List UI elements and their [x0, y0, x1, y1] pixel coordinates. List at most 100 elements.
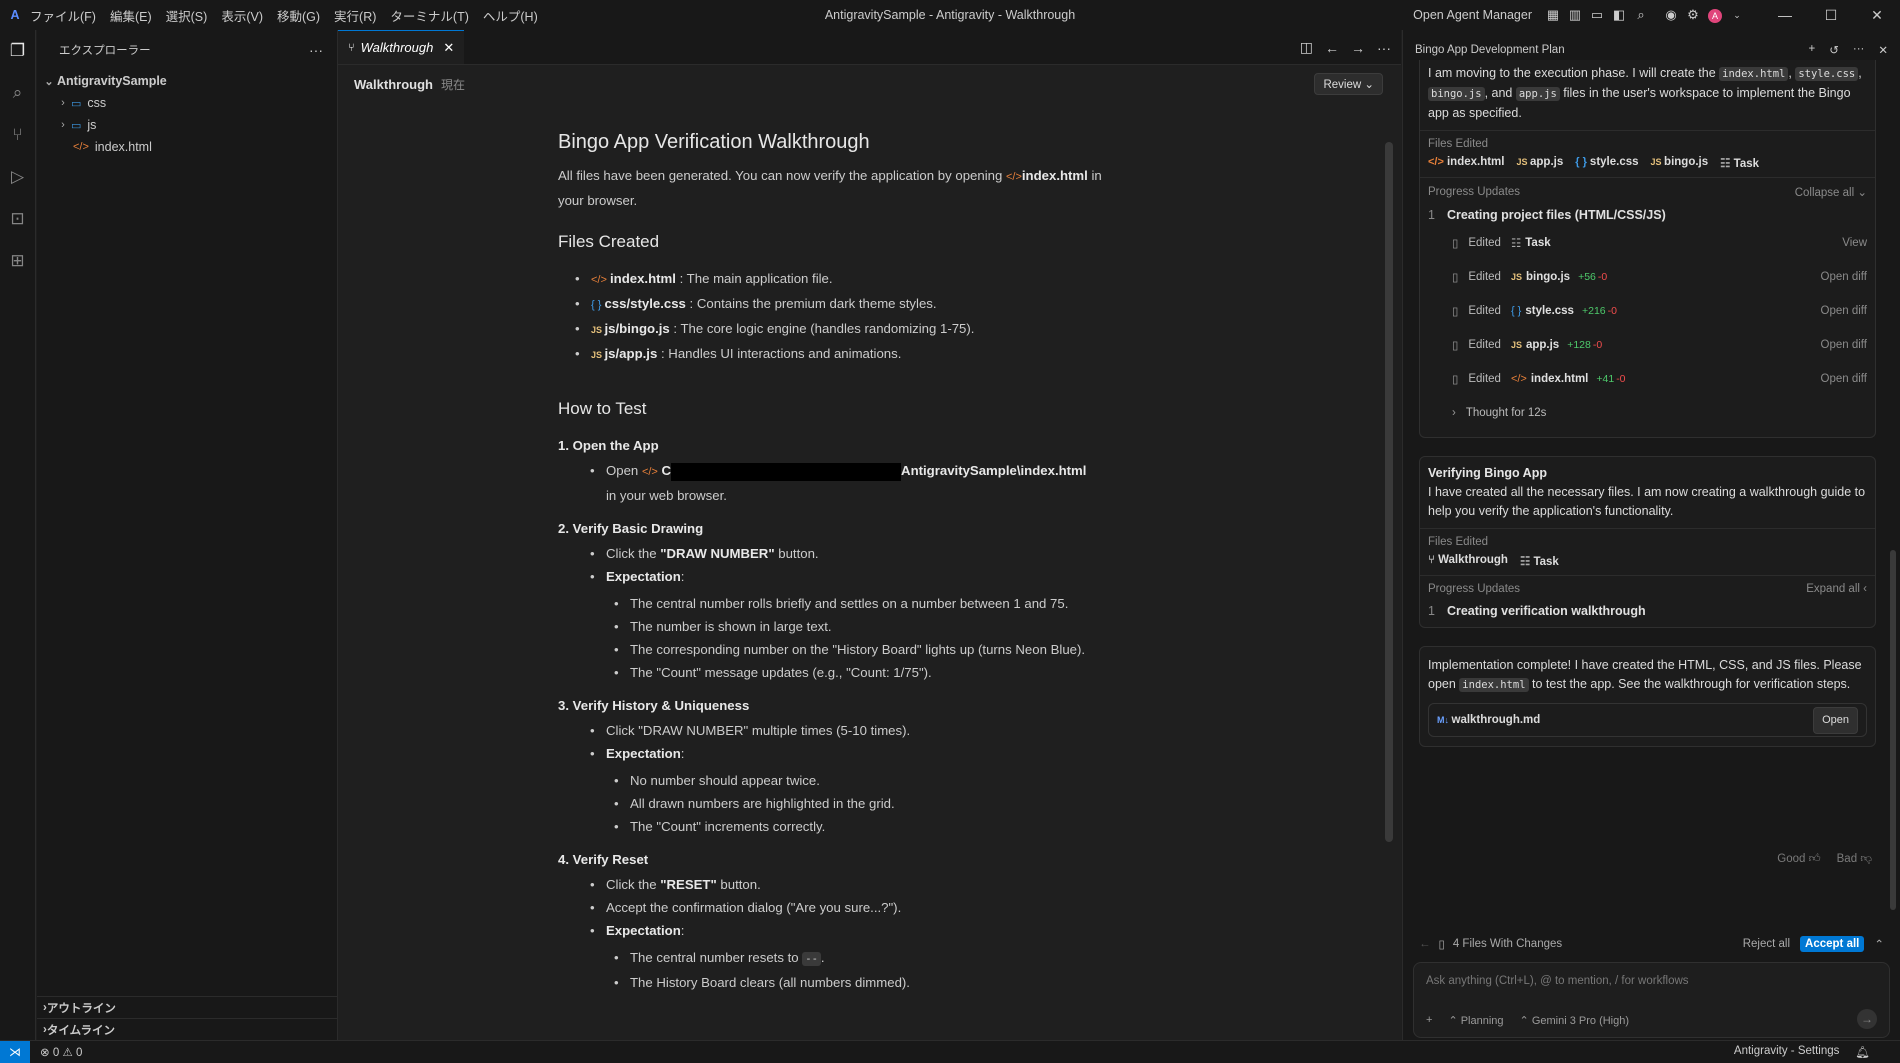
send-arrow-icon[interactable]: → [1857, 1009, 1877, 1029]
close-window-button[interactable]: ✕ [1854, 7, 1900, 24]
reject-all-button[interactable]: Reject all [1743, 938, 1790, 950]
source-control-icon[interactable]: ⑂ [0, 114, 35, 156]
chevron-down-icon[interactable]: ⌄ [1726, 10, 1748, 21]
expectation-label: Expectation [606, 569, 681, 584]
tree-folder-css[interactable]: › ▭ css [37, 92, 337, 114]
review-dropdown[interactable]: Review ⌄ [1314, 73, 1383, 95]
accept-all-button[interactable]: Accept all [1800, 936, 1865, 952]
file-link[interactable]: js/app.js [605, 346, 658, 361]
breadcrumb-name[interactable]: Walkthrough [354, 77, 433, 92]
file-chip[interactable]: JS app.js [1516, 156, 1563, 170]
minimize-button[interactable]: — [1762, 7, 1808, 23]
close-icon[interactable]: ✕ [1878, 43, 1888, 57]
remote-explorer-icon[interactable]: ⊡ [0, 198, 35, 240]
remote-indicator-icon[interactable]: ⋊ [0, 1041, 30, 1063]
menu-edit[interactable]: 編集(E) [110, 10, 152, 24]
open-diff-button[interactable]: Open diff [1821, 305, 1867, 317]
settings-status-item[interactable]: Antigravity - Settings [1734, 1045, 1839, 1059]
tree-root-folder[interactable]: ⌄ AntigravitySample [37, 70, 337, 92]
mode-selector[interactable]: ⌃ Planning [1448, 1014, 1503, 1027]
menu-file[interactable]: ファイル(F) [30, 10, 96, 24]
split-editor-icon[interactable]: ◫ [1300, 39, 1313, 56]
intro-text: your browser. [558, 193, 638, 208]
menu-help[interactable]: ヘルプ(H) [483, 10, 538, 24]
search-icon[interactable]: ⌕ [0, 72, 35, 114]
edit-row[interactable]: ▯ Edited ☷ Task View [1428, 226, 1867, 260]
problems-indicator[interactable]: ⊗ 0 ⚠ 0 [40, 1045, 82, 1059]
app-logo-icon[interactable]: A [0, 8, 30, 22]
tab-walkthrough[interactable]: ⑂ Walkthrough ✕ [338, 30, 465, 64]
layout-icon[interactable]: ▦ [1542, 7, 1564, 23]
file-link[interactable]: css/style.css [604, 296, 685, 311]
file-chip[interactable]: ☷ Task [1720, 156, 1759, 170]
file-chip[interactable]: </> index.html [1428, 156, 1504, 170]
close-tab-icon[interactable]: ✕ [443, 40, 454, 56]
maximize-button[interactable]: ☐ [1808, 7, 1854, 24]
edit-row[interactable]: ▯ Edited { } style.css +216 -0 Open diff [1428, 294, 1867, 328]
file-link[interactable]: js/bingo.js [605, 321, 670, 336]
back-arrow-icon[interactable]: ← [1325, 40, 1339, 56]
chevron-up-icon[interactable]: ⌃ [1874, 937, 1884, 951]
toggle-sidebar-icon[interactable]: ▥ [1564, 7, 1586, 23]
agent-scrollbar[interactable] [1890, 550, 1896, 910]
edit-row[interactable]: ▯ Edited JS bingo.js +56 -0 Open diff [1428, 260, 1867, 294]
more-actions-icon[interactable]: ··· [1853, 43, 1865, 57]
open-agent-manager-button[interactable]: Open Agent Manager [1413, 8, 1532, 22]
browser-icon[interactable]: ◉ [1660, 7, 1682, 23]
file-chip[interactable]: { } style.css [1575, 156, 1638, 170]
open-diff-button[interactable]: Open diff [1821, 271, 1867, 283]
step-reset: 4. Verify Reset Click the "RESET" button… [558, 848, 1198, 994]
model-selector[interactable]: ⌃ Gemini 3 Pro (High) [1520, 1014, 1629, 1027]
intro-file-link[interactable]: index.html [1022, 168, 1088, 183]
menu-run[interactable]: 実行(R) [334, 10, 376, 24]
file-chip[interactable]: JS bingo.js [1651, 156, 1709, 170]
file-chip[interactable]: ☷ Task [1520, 554, 1559, 568]
back-arrow-icon[interactable]: ← [1419, 938, 1431, 950]
menu-view[interactable]: 表示(V) [221, 10, 263, 24]
edit-file: style.css [1525, 305, 1574, 317]
thought-row[interactable]: › Thought for 12s [1428, 396, 1867, 430]
menu-selection[interactable]: 選択(S) [166, 10, 208, 24]
settings-gear-icon[interactable]: ⚙ [1682, 7, 1704, 23]
menu-go[interactable]: 移動(G) [277, 10, 320, 24]
changes-count[interactable]: 4 Files With Changes [1453, 938, 1562, 950]
good-feedback-button[interactable]: Good 👍︎ [1777, 852, 1820, 866]
editor-scrollbar[interactable] [1385, 142, 1393, 842]
new-chat-icon[interactable]: + [1809, 43, 1816, 57]
more-actions-icon[interactable]: ··· [309, 42, 323, 58]
expand-all-button[interactable]: Expand all ‹ [1806, 583, 1867, 595]
task-title: Verifying Bingo App [1428, 466, 1547, 480]
view-button[interactable]: View [1842, 237, 1867, 249]
run-debug-icon[interactable]: ▷ [0, 156, 35, 198]
extensions-icon[interactable]: ⊞ [0, 240, 35, 282]
file-link[interactable]: index.html [610, 271, 676, 286]
timeline-section[interactable]: › タイムライン [37, 1018, 337, 1040]
menu-terminal[interactable]: ターミナル(T) [390, 10, 468, 24]
tree-file-index-html[interactable]: </> index.html [37, 136, 337, 158]
explorer-files-icon[interactable]: ❐ [0, 30, 35, 72]
more-actions-icon[interactable]: ··· [1377, 40, 1391, 56]
add-context-icon[interactable]: + [1426, 1014, 1432, 1027]
account-avatar[interactable]: A [1704, 7, 1726, 23]
path-prefix: C [661, 463, 672, 478]
bad-feedback-button[interactable]: Bad 👎︎ [1837, 852, 1872, 866]
edit-row[interactable]: ▯ Edited </> index.html +41 -0 Open diff [1428, 362, 1867, 396]
open-diff-button[interactable]: Open diff [1821, 339, 1867, 351]
agent-chat-input[interactable]: Ask anything (Ctrl+L), @ to mention, / f… [1413, 962, 1890, 1038]
toggle-panel-icon[interactable]: ▭ [1586, 7, 1608, 23]
search-icon[interactable]: ⌕ [1630, 7, 1652, 23]
toggle-agent-panel-icon[interactable]: ◧ [1608, 7, 1630, 23]
open-diff-button[interactable]: Open diff [1821, 373, 1867, 385]
tree-folder-js[interactable]: › ▭ js [37, 114, 337, 136]
forward-arrow-icon[interactable]: → [1351, 40, 1365, 56]
file-chip[interactable]: ⑂ Walkthrough [1428, 554, 1508, 568]
edit-row[interactable]: ▯ Edited JS app.js +128 -0 Open diff [1428, 328, 1867, 362]
html-file-icon: </> [591, 274, 610, 286]
collapse-all-button[interactable]: Collapse all ⌄ [1795, 185, 1867, 199]
agent-panel: Bingo App Development Plan + ↺ ··· ✕ I a… [1402, 30, 1900, 1040]
open-button[interactable]: Open [1813, 706, 1858, 734]
notifications-bell-icon[interactable]: 🔔︎ [1855, 1045, 1870, 1059]
history-icon[interactable]: ↺ [1829, 43, 1839, 57]
outline-section[interactable]: › アウトライン [37, 996, 337, 1018]
path-link[interactable]: AntigravitySample\index.html [901, 463, 1086, 478]
